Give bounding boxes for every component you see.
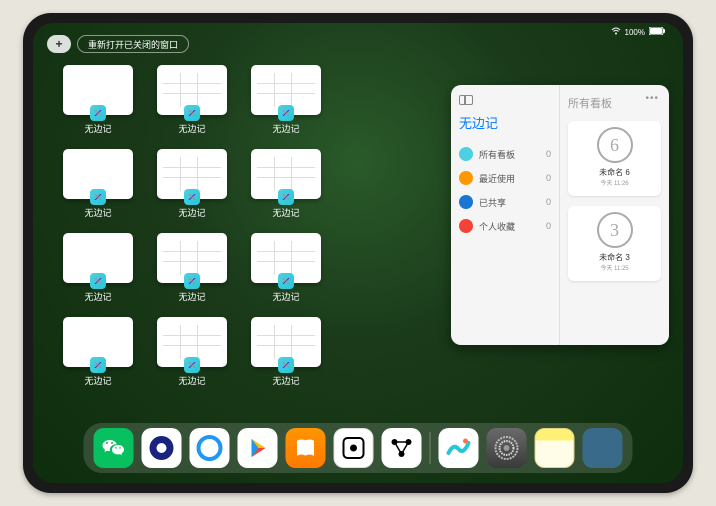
thumbnail-label: 无边记 — [84, 206, 111, 219]
sidebar-item[interactable]: 个人收藏 0 — [459, 214, 551, 238]
thumbnail-label: 无边记 — [178, 206, 205, 219]
thumbnail-label: 无边记 — [84, 374, 111, 387]
sidebar-item[interactable]: 最近使用 0 — [459, 166, 551, 190]
freeform-app-icon — [184, 105, 200, 121]
board-name: 未命名 6 — [599, 167, 630, 178]
sidebar-items: 所有看板 0 最近使用 0 已共享 0 个人收藏 0 — [459, 142, 551, 238]
freeform-app-icon — [90, 189, 106, 205]
sidebar-item[interactable]: 已共享 0 — [459, 190, 551, 214]
dock — [84, 423, 633, 473]
new-window-button[interactable]: + — [47, 35, 71, 53]
dock-app-connections[interactable] — [382, 428, 422, 468]
thumbnail-label: 无边记 — [84, 290, 111, 303]
ipad-frame: 100% + 重新打开已关闭的窗口 无边记无边记无边记无边记无边记无边记无边记无… — [23, 13, 693, 493]
window-thumbnails-grid: 无边记无边记无边记无边记无边记无边记无边记无边记无边记无边记无边记无边记 — [63, 65, 415, 387]
sidebar-item-label: 已共享 — [479, 196, 506, 209]
sidebar-item-count: 0 — [546, 221, 551, 231]
window-thumbnail[interactable]: 无边记 — [157, 65, 227, 135]
category-icon — [459, 219, 473, 233]
freeform-app-icon — [278, 357, 294, 373]
board-card[interactable]: 6 未命名 6今天 11:26 — [568, 121, 661, 196]
sidebar-item[interactable]: 所有看板 0 — [459, 142, 551, 166]
dock-app-quark[interactable] — [190, 428, 230, 468]
window-thumbnail[interactable]: 无边记 — [157, 149, 227, 219]
freeform-app-icon — [90, 105, 106, 121]
category-icon — [459, 195, 473, 209]
category-icon — [459, 147, 473, 161]
more-icon[interactable]: ••• — [645, 93, 659, 104]
category-icon — [459, 171, 473, 185]
thumbnail-label: 无边记 — [272, 206, 299, 219]
sidebar-item-label: 个人收藏 — [479, 220, 515, 233]
window-thumbnail[interactable]: 无边记 — [157, 233, 227, 303]
window-thumbnail[interactable]: 无边记 — [251, 233, 321, 303]
sidebar: 无边记 所有看板 0 最近使用 0 已共享 0 个人收藏 0 — [451, 85, 560, 345]
freeform-app-icon — [90, 357, 106, 373]
freeform-app-window[interactable]: 无边记 所有看板0最近使用0已共享0个人收藏0 ••• 所有看板 6未命名 6今… — [451, 85, 669, 345]
window-thumbnail[interactable]: 无边记 — [251, 149, 321, 219]
top-controls: + 重新打开已关闭的窗口 — [47, 35, 189, 53]
status-bar: 100% — [611, 27, 665, 37]
dock-app-notes[interactable] — [535, 428, 575, 468]
dock-app-play[interactable] — [238, 428, 278, 468]
sidebar-item-count: 0 — [546, 197, 551, 207]
window-thumbnail[interactable]: 无边记 — [251, 317, 321, 387]
dock-app-settings[interactable] — [487, 428, 527, 468]
sidebar-item-label: 所有看板 — [479, 148, 515, 161]
dock-app-wechat[interactable] — [94, 428, 134, 468]
reopen-closed-window-button[interactable]: 重新打开已关闭的窗口 — [77, 35, 189, 53]
freeform-app-icon — [278, 189, 294, 205]
thumbnail-label: 无边记 — [178, 374, 205, 387]
dock-app-books[interactable] — [286, 428, 326, 468]
freeform-app-icon — [90, 273, 106, 289]
dock-separator — [430, 432, 431, 464]
board-card[interactable]: 3 未命名 3今天 11:25 — [568, 206, 661, 281]
app-title: 无边记 — [459, 113, 551, 132]
window-thumbnail[interactable]: 无边记 — [63, 317, 133, 387]
wifi-icon — [611, 27, 621, 37]
freeform-app-icon — [184, 189, 200, 205]
window-thumbnail[interactable]: 无边记 — [251, 65, 321, 135]
dock-app-library[interactable] — [583, 428, 623, 468]
board-subtitle: 今天 11:25 — [600, 263, 628, 272]
battery-icon — [649, 27, 665, 37]
window-thumbnail[interactable]: 无边记 — [63, 65, 133, 135]
thumbnail-label: 无边记 — [272, 122, 299, 135]
window-thumbnail[interactable]: 无边记 — [63, 149, 133, 219]
boards-pane: ••• 所有看板 6未命名 6今天 11:263未命名 3今天 11:25 — [560, 85, 669, 345]
dock-app-quark-hd[interactable] — [142, 428, 182, 468]
sidebar-item-count: 0 — [546, 149, 551, 159]
thumbnail-label: 无边记 — [178, 122, 205, 135]
board-name: 未命名 3 — [599, 252, 630, 263]
thumbnail-label: 无边记 — [272, 290, 299, 303]
thumbnail-label: 无边记 — [84, 122, 111, 135]
sidebar-item-label: 最近使用 — [479, 172, 515, 185]
sidebar-item-count: 0 — [546, 173, 551, 183]
window-thumbnail[interactable]: 无边记 — [157, 317, 227, 387]
sidebar-toggle-icon[interactable] — [459, 95, 473, 105]
dock-app-freeform[interactable] — [439, 428, 479, 468]
board-subtitle: 今天 11:26 — [600, 178, 628, 187]
thumbnail-label: 无边记 — [178, 290, 205, 303]
battery-text: 100% — [625, 28, 645, 37]
board-thumbnail: 6 — [597, 127, 633, 163]
board-thumbnail: 3 — [597, 212, 633, 248]
freeform-app-icon — [184, 273, 200, 289]
dock-app-dice[interactable] — [334, 428, 374, 468]
window-thumbnail[interactable]: 无边记 — [63, 233, 133, 303]
freeform-app-icon — [278, 105, 294, 121]
freeform-app-icon — [184, 357, 200, 373]
thumbnail-label: 无边记 — [272, 374, 299, 387]
screen: 100% + 重新打开已关闭的窗口 无边记无边记无边记无边记无边记无边记无边记无… — [33, 23, 683, 483]
freeform-app-icon — [278, 273, 294, 289]
